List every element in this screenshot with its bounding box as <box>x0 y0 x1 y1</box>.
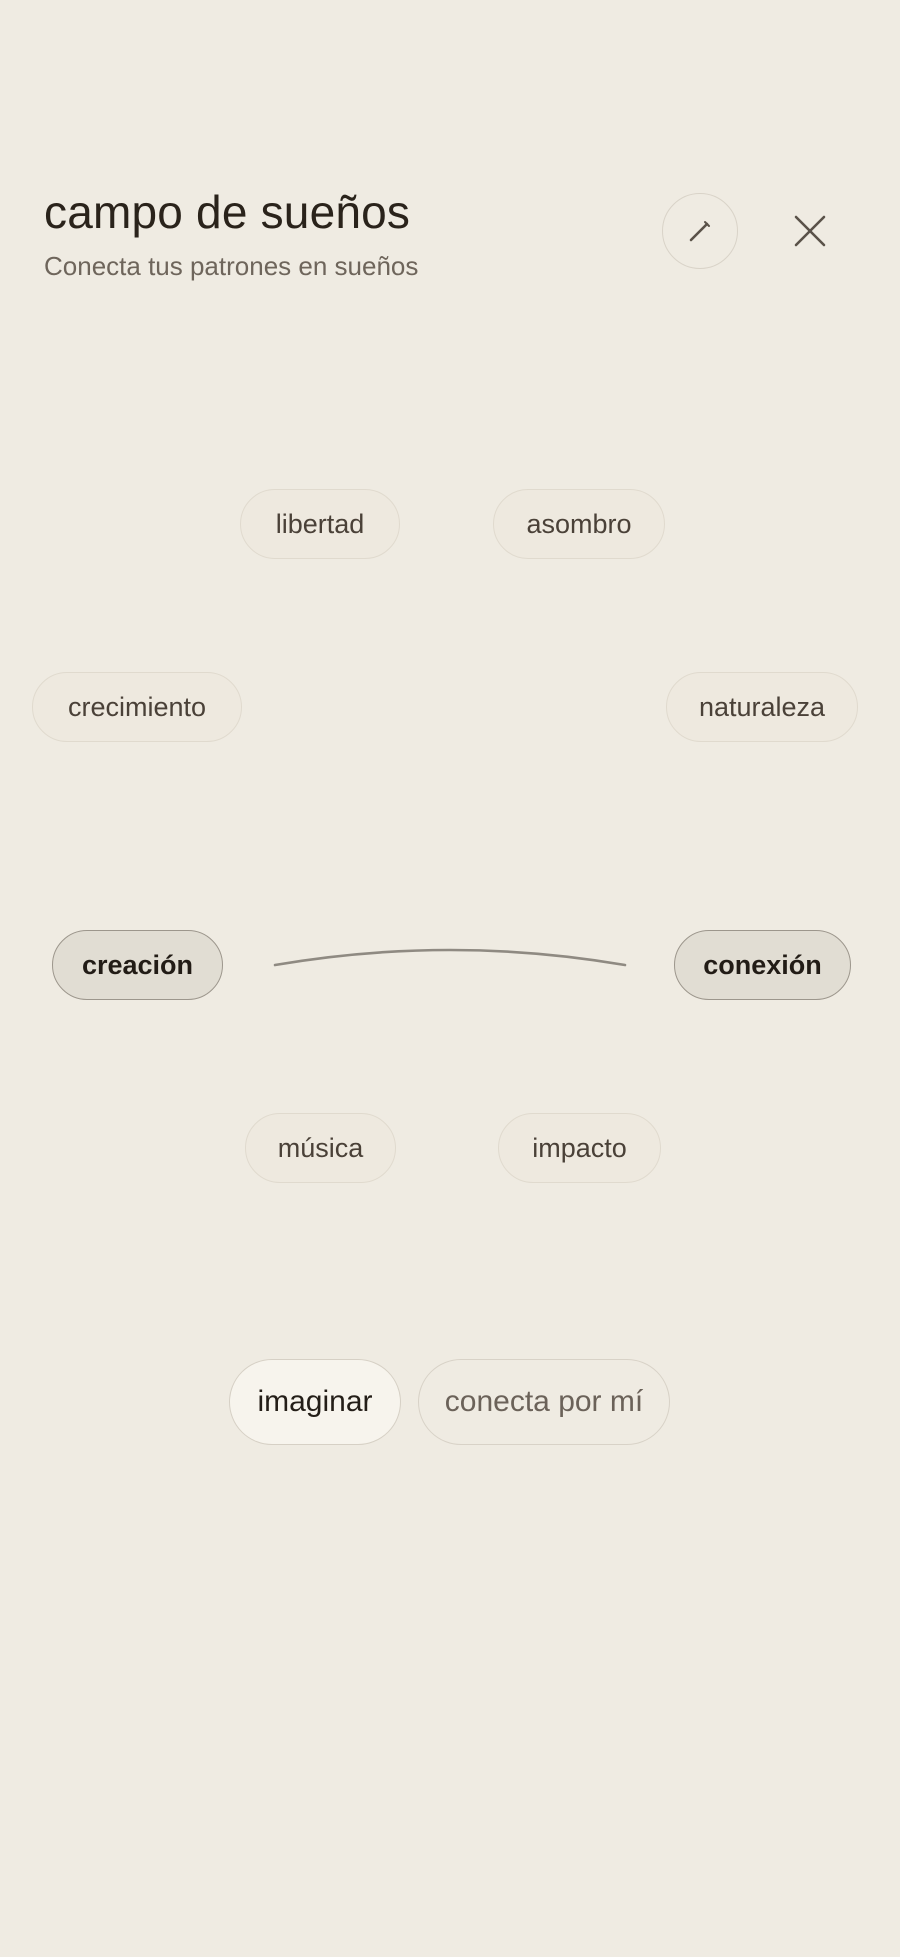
imagine-button[interactable]: imaginar <box>229 1359 401 1445</box>
pencil-icon <box>689 221 710 242</box>
connect-for-me-button[interactable]: conecta por mí <box>418 1359 670 1445</box>
chip-naturaleza[interactable]: naturaleza <box>666 672 858 742</box>
page-subtitle: Conecta tus patrones en sueños <box>44 251 419 281</box>
chip-musica[interactable]: música <box>245 1113 396 1183</box>
chip-conexion[interactable]: conexión <box>674 930 851 1000</box>
header: campo de sueños Conecta tus patrones en … <box>44 180 418 284</box>
chip-libertad[interactable]: libertad <box>240 489 400 559</box>
page-title: campo de sueños <box>44 186 411 238</box>
close-button[interactable] <box>780 193 840 269</box>
chip-impacto[interactable]: impacto <box>498 1113 661 1183</box>
edit-button[interactable] <box>662 193 738 269</box>
chip-creacion[interactable]: creación <box>52 930 223 1000</box>
close-icon <box>794 215 826 247</box>
chip-crecimiento[interactable]: crecimiento <box>32 672 242 742</box>
chip-asombro[interactable]: asombro <box>493 489 665 559</box>
